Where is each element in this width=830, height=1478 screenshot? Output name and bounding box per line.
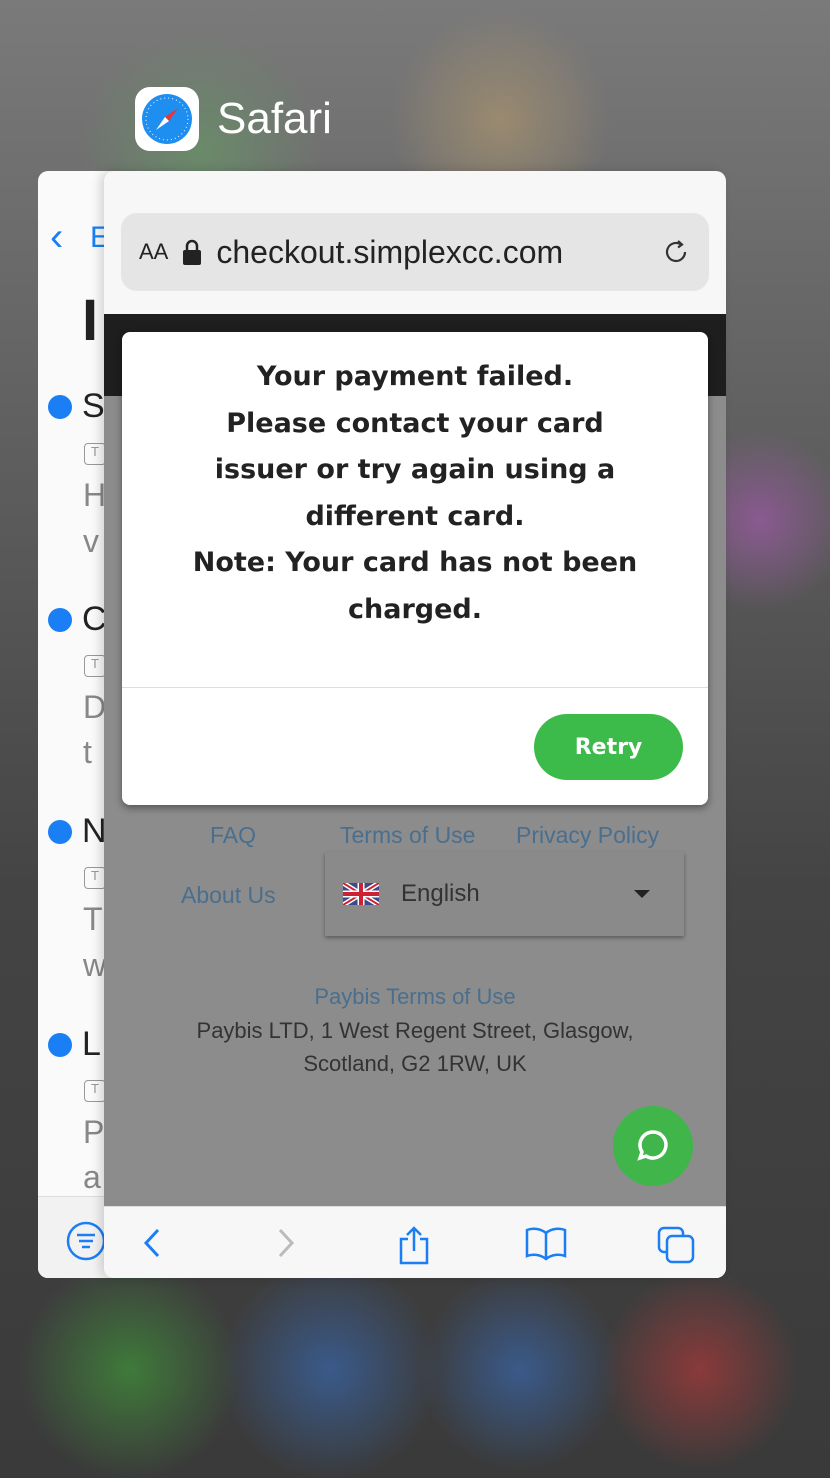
message-line: Note: Your card has not been (192, 547, 638, 578)
chat-bubble-icon (637, 1130, 668, 1161)
sender-fragment: L (82, 1025, 101, 1063)
uk-flag-icon (343, 883, 379, 905)
terms-link[interactable]: Terms of Use (340, 822, 475, 849)
address-bar[interactable]: AA checkout.simplexcc.com (121, 213, 709, 291)
tag-icon: T (84, 867, 106, 889)
message-line: Please contact your card (226, 407, 604, 439)
reload-icon[interactable] (661, 237, 691, 267)
forward-icon[interactable] (270, 1225, 300, 1261)
app-title: Safari (217, 94, 332, 143)
filter-icon[interactable] (66, 1221, 106, 1261)
unread-dot-icon (48, 1033, 72, 1057)
mailbox-title-fragment: I (82, 288, 99, 353)
address-line-2: Scotland, G2 1RW, UK (303, 1051, 527, 1076)
unread-dot-icon (48, 395, 72, 419)
about-link[interactable]: About Us (181, 882, 276, 909)
sender-fragment: N (82, 812, 107, 850)
preview-fragment: H (83, 477, 107, 513)
sender-fragment: C (82, 600, 107, 638)
paybis-terms-link[interactable]: Paybis Terms of Use (104, 984, 726, 1010)
preview-fragment: T (83, 901, 103, 937)
unread-dot-icon (48, 608, 72, 632)
share-icon[interactable] (396, 1225, 432, 1265)
faq-link[interactable]: FAQ (210, 822, 256, 849)
address-line-1: Paybis LTD, 1 West Regent Street, Glasgo… (196, 1018, 634, 1043)
back-icon[interactable] (138, 1225, 168, 1261)
preview-fragment: P (83, 1114, 105, 1150)
chat-button[interactable] (613, 1106, 693, 1186)
preview-fragment: v (83, 523, 99, 559)
error-message: Your payment failed. Please contact your… (122, 354, 708, 633)
language-select[interactable]: English (325, 852, 684, 936)
payment-failed-dialog: Your payment failed. Please contact your… (122, 332, 708, 805)
preview-fragment: D (83, 689, 107, 725)
dropdown-arrow-icon (634, 890, 650, 898)
dialog-divider (122, 687, 708, 688)
unread-dot-icon (48, 820, 72, 844)
lock-icon (183, 239, 202, 265)
safari-compass-icon[interactable] (135, 87, 199, 151)
message-line: Your payment failed. (256, 361, 574, 392)
tag-icon: T (84, 1080, 106, 1102)
message-line: issuer or try again using a (214, 454, 616, 485)
sender-fragment: S (82, 387, 105, 425)
message-line: charged. (348, 593, 482, 625)
preview-fragment: w (83, 947, 107, 983)
tag-icon: T (84, 443, 106, 465)
privacy-link[interactable]: Privacy Policy (516, 822, 659, 849)
safari-toolbar (104, 1206, 726, 1278)
url-text[interactable]: checkout.simplexcc.com (216, 234, 647, 271)
message-line: different card. (305, 500, 525, 532)
bookmarks-icon[interactable] (524, 1225, 568, 1261)
language-value: English (401, 880, 480, 907)
retry-button[interactable]: Retry (534, 714, 683, 780)
tag-icon: T (84, 655, 106, 677)
preview-fragment: t (83, 734, 92, 770)
app-header: Safari (135, 87, 332, 151)
tabs-icon[interactable] (656, 1225, 696, 1265)
preview-fragment: a (83, 1159, 101, 1195)
back-chevron-icon[interactable]: ‹ (50, 215, 63, 260)
text-size-button[interactable]: AA (139, 239, 168, 265)
